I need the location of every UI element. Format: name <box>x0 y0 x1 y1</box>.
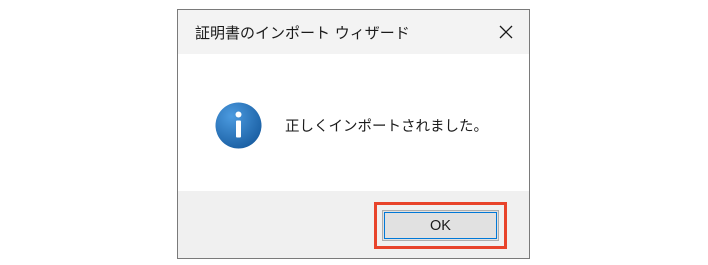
dialog-titlebar: 証明書のインポート ウィザード <box>178 10 529 54</box>
dialog-footer: OK <box>178 191 529 258</box>
info-icon <box>215 102 262 149</box>
ok-button[interactable]: OK <box>382 210 499 241</box>
dialog-message: 正しくインポートされました。 <box>285 119 488 135</box>
close-button[interactable] <box>483 10 529 54</box>
dialog-content: 正しくインポートされました。 <box>178 54 529 191</box>
close-icon <box>499 25 513 39</box>
dialog-title: 証明書のインポート ウィザード <box>195 24 410 42</box>
highlight-box: OK <box>374 202 507 249</box>
message-dialog: 証明書のインポート ウィザード 正しくインポートされました。 OK <box>177 9 530 259</box>
